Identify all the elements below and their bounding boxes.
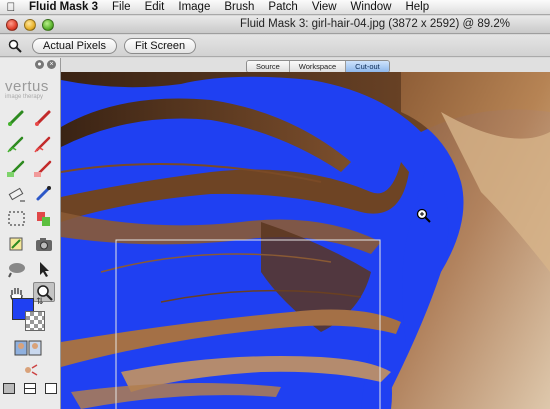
view-single-icon[interactable]	[3, 383, 15, 394]
blend-tool-icon[interactable]	[6, 259, 28, 279]
menu-help[interactable]: Help	[398, 0, 436, 15]
menu-image[interactable]: Image	[171, 0, 217, 15]
vertus-logo: vertus	[5, 78, 49, 95]
keep-brush-icon[interactable]	[6, 108, 28, 128]
cutout-image	[61, 72, 550, 409]
delete-brush-icon[interactable]	[33, 108, 55, 128]
eraser-icon[interactable]	[6, 184, 28, 204]
tab-cut-out[interactable]: Cut-out	[346, 61, 389, 72]
people-icon[interactable]	[13, 338, 45, 358]
view-split-icon[interactable]	[24, 383, 36, 394]
menu-brush[interactable]: Brush	[217, 0, 261, 15]
menu-view[interactable]: View	[305, 0, 344, 15]
rectangle-select-icon[interactable]	[6, 209, 28, 229]
image-canvas[interactable]	[61, 72, 550, 409]
patch-tool-icon[interactable]	[6, 234, 28, 254]
panel-close-icon[interactable]: ×	[47, 60, 56, 69]
swap-colors-icon[interactable]: ⇅	[36, 296, 44, 307]
window-titlebar: Fluid Mask 3: girl-hair-04.jpg (3872 x 2…	[0, 16, 550, 34]
panel-header: ● ×	[35, 60, 56, 69]
menu-bar:  Fluid Mask 3 File Edit Image Brush Pat…	[0, 0, 550, 15]
pointer-icon[interactable]	[33, 259, 55, 279]
camera-icon[interactable]	[33, 234, 55, 254]
panel-options-icon[interactable]: ●	[35, 60, 44, 69]
menu-file[interactable]: File	[105, 0, 138, 15]
magnifier-icon[interactable]	[8, 39, 22, 53]
menu-app[interactable]: Fluid Mask 3	[22, 0, 105, 15]
vertus-logo-subtitle: image therapy	[5, 94, 44, 100]
tab-source[interactable]: Source	[247, 61, 290, 72]
replace-tool-icon[interactable]	[20, 360, 42, 380]
view-toolbar: Actual Pixels Fit Screen	[0, 35, 550, 57]
fill-tool-icon[interactable]	[33, 184, 55, 204]
view-tab-bar: Source Workspace Cut-out	[61, 58, 550, 73]
delete-exact-brush-icon[interactable]	[33, 159, 55, 179]
actual-pixels-button[interactable]: Actual Pixels	[32, 37, 117, 54]
keep-local-brush-icon[interactable]	[6, 134, 28, 154]
fit-screen-button[interactable]: Fit Screen	[123, 37, 197, 54]
menu-window[interactable]: Window	[344, 0, 399, 15]
apple-menu-icon[interactable]: 	[0, 0, 22, 14]
delete-local-brush-icon[interactable]	[33, 134, 55, 154]
object-tool-icon[interactable]	[33, 209, 55, 229]
keep-exact-brush-icon[interactable]	[6, 159, 28, 179]
tool-panel: ● × vertus image therapy ⇅	[0, 58, 61, 409]
view-full-icon[interactable]	[45, 383, 57, 394]
window-title: Fluid Mask 3: girl-hair-04.jpg (3872 x 2…	[240, 18, 510, 30]
background-color-swatch[interactable]	[25, 311, 45, 331]
menu-patch[interactable]: Patch	[261, 0, 304, 15]
menu-edit[interactable]: Edit	[138, 0, 172, 15]
tab-workspace[interactable]: Workspace	[289, 61, 347, 72]
